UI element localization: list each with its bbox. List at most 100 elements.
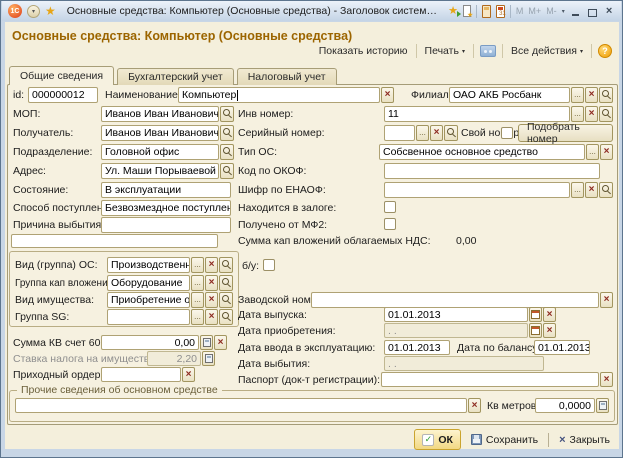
close-button[interactable]: × Закрыть xyxy=(556,429,613,450)
inv-number-input[interactable]: 11 xyxy=(384,106,570,122)
purchase-date-calendar-button[interactable] xyxy=(529,323,542,338)
release-date-clear-button[interactable]: × xyxy=(543,307,556,322)
used-checkbox[interactable] xyxy=(263,259,275,271)
add-favorite-icon[interactable]: ★ xyxy=(448,6,458,17)
division-input[interactable]: Головной офис xyxy=(101,144,219,160)
mol-input[interactable]: Иванов Иван Иванович xyxy=(101,106,219,122)
all-actions-button[interactable]: Все действия ▾ xyxy=(509,44,585,58)
os-group-lookup-button[interactable] xyxy=(219,257,233,273)
capital-group-lookup-button[interactable] xyxy=(219,275,233,291)
comment-input[interactable] xyxy=(11,234,218,248)
branch-lookup-button[interactable] xyxy=(599,87,613,103)
inv-select-button[interactable]: ... xyxy=(571,106,584,122)
tab-tax[interactable]: Налоговый учет xyxy=(237,68,337,85)
tab-general[interactable]: Общие сведения xyxy=(9,66,114,85)
close-window-button[interactable]: × xyxy=(603,5,615,18)
receiver-lookup-button[interactable] xyxy=(220,125,234,141)
save-button[interactable]: Сохранить xyxy=(468,429,541,450)
help-button[interactable]: ? xyxy=(598,44,612,58)
commission-date-input[interactable]: 01.01.2013 xyxy=(384,340,450,355)
address-input[interactable]: Ул. Маши Порываевой д.34 xyxy=(101,163,219,179)
order-input[interactable] xyxy=(101,367,181,382)
kv-sum-input[interactable]: 0,00 xyxy=(101,335,199,350)
memory-plus-button[interactable]: M+ xyxy=(528,6,541,16)
passport-clear-button[interactable]: × xyxy=(600,372,613,387)
okof-input[interactable] xyxy=(384,163,600,179)
maximize-button[interactable] xyxy=(586,5,598,18)
serial-input[interactable] xyxy=(384,125,415,141)
inv-clear-button[interactable]: × xyxy=(585,106,598,122)
ok-button[interactable]: ✓ ОК xyxy=(414,429,461,450)
related-info-icon[interactable] xyxy=(480,45,496,57)
kv-sum-clear-button[interactable]: × xyxy=(214,335,227,350)
calculator-icon[interactable] xyxy=(482,5,491,18)
extra-info-clear-button[interactable]: × xyxy=(468,398,481,413)
factory-number-clear-button[interactable]: × xyxy=(600,292,613,308)
calendar-icon[interactable] xyxy=(496,5,505,18)
release-date-input[interactable]: 01.01.2013 xyxy=(384,307,528,322)
show-history-button[interactable]: Показать историю xyxy=(317,44,410,58)
state-input[interactable]: В эксплуатации xyxy=(101,182,231,198)
sq-meters-input[interactable]: 0,0000 xyxy=(535,398,595,413)
system-menu-button[interactable]: ▾ xyxy=(27,5,40,18)
own-number-checkbox[interactable] xyxy=(501,127,513,139)
mol-lookup-button[interactable] xyxy=(220,106,234,122)
purchase-date-clear-button[interactable]: × xyxy=(543,323,556,338)
group-sg-input[interactable] xyxy=(107,309,190,325)
branch-clear-button[interactable]: × xyxy=(585,87,598,103)
serial-select-button[interactable]: ... xyxy=(416,125,429,141)
capital-group-clear-button[interactable]: × xyxy=(205,275,218,291)
enaof-lookup-button[interactable] xyxy=(599,182,613,198)
purchase-date-input[interactable]: . . xyxy=(384,323,528,338)
memory-store-button[interactable]: M xyxy=(516,6,524,16)
serial-clear-button[interactable]: × xyxy=(430,125,443,141)
memory-minus-button[interactable]: M- xyxy=(546,6,557,16)
release-date-calendar-button[interactable] xyxy=(529,307,542,322)
favorites-list-icon[interactable] xyxy=(463,5,471,17)
id-input[interactable]: 000000012 xyxy=(28,87,98,103)
name-input[interactable]: Компьютер xyxy=(178,87,380,103)
os-type-input[interactable]: Собсвенное основное средство xyxy=(379,144,585,160)
inv-lookup-button[interactable] xyxy=(599,106,613,122)
enaof-clear-button[interactable]: × xyxy=(585,182,598,198)
property-kind-clear-button[interactable]: × xyxy=(205,292,218,308)
mf2-checkbox[interactable] xyxy=(384,218,396,230)
group-sg-lookup-button[interactable] xyxy=(219,309,233,325)
serial-lookup-button[interactable] xyxy=(444,125,458,141)
extra-info-input[interactable] xyxy=(15,398,467,413)
address-lookup-button[interactable] xyxy=(220,163,234,179)
property-kind-input[interactable]: Приобретение основнь xyxy=(107,292,190,308)
pledged-checkbox[interactable] xyxy=(384,201,396,213)
kv-sum-calc-button[interactable] xyxy=(200,335,213,350)
division-lookup-button[interactable] xyxy=(220,144,234,160)
name-clear-button[interactable]: × xyxy=(381,87,394,103)
property-kind-lookup-button[interactable] xyxy=(219,292,233,308)
branch-input[interactable]: ОАО АКБ Росбанк xyxy=(449,87,570,103)
pick-number-button[interactable]: Подобрать номер xyxy=(518,124,613,142)
minimize-button[interactable] xyxy=(570,5,582,18)
titlebar-chevron-down-icon[interactable]: ▾ xyxy=(562,8,565,15)
favorites-star-icon[interactable]: ★ xyxy=(45,5,56,17)
enaof-input[interactable] xyxy=(384,182,570,198)
balance-date-input[interactable]: 01.01.2013 xyxy=(534,340,590,355)
os-group-clear-button[interactable]: × xyxy=(205,257,218,273)
order-clear-button[interactable]: × xyxy=(182,367,195,382)
group-sg-clear-button[interactable]: × xyxy=(205,309,218,325)
os-group-input[interactable]: Производственный и х xyxy=(107,257,190,273)
print-button[interactable]: Печать ▾ xyxy=(423,44,467,58)
retire-reason-input[interactable] xyxy=(101,217,231,233)
property-kind-select-button[interactable]: ... xyxy=(191,292,204,308)
group-sg-select-button[interactable]: ... xyxy=(191,309,204,325)
tab-accounting[interactable]: Бухгалтерский учет xyxy=(117,68,234,85)
os-type-select-button[interactable]: ... xyxy=(586,144,599,160)
os-group-select-button[interactable]: ... xyxy=(191,257,204,273)
capital-group-select-button[interactable]: ... xyxy=(191,275,204,291)
branch-select-button[interactable]: ... xyxy=(571,87,584,103)
capital-group-input[interactable]: Оборудование xyxy=(107,275,190,291)
receiver-input[interactable]: Иванов Иван Иванович xyxy=(101,125,219,141)
factory-number-input[interactable] xyxy=(311,292,599,308)
1c-logo-icon[interactable]: 1С xyxy=(8,4,22,18)
enaof-select-button[interactable]: ... xyxy=(571,182,584,198)
passport-input[interactable] xyxy=(381,372,599,387)
sq-meters-calc-button[interactable] xyxy=(596,398,609,413)
